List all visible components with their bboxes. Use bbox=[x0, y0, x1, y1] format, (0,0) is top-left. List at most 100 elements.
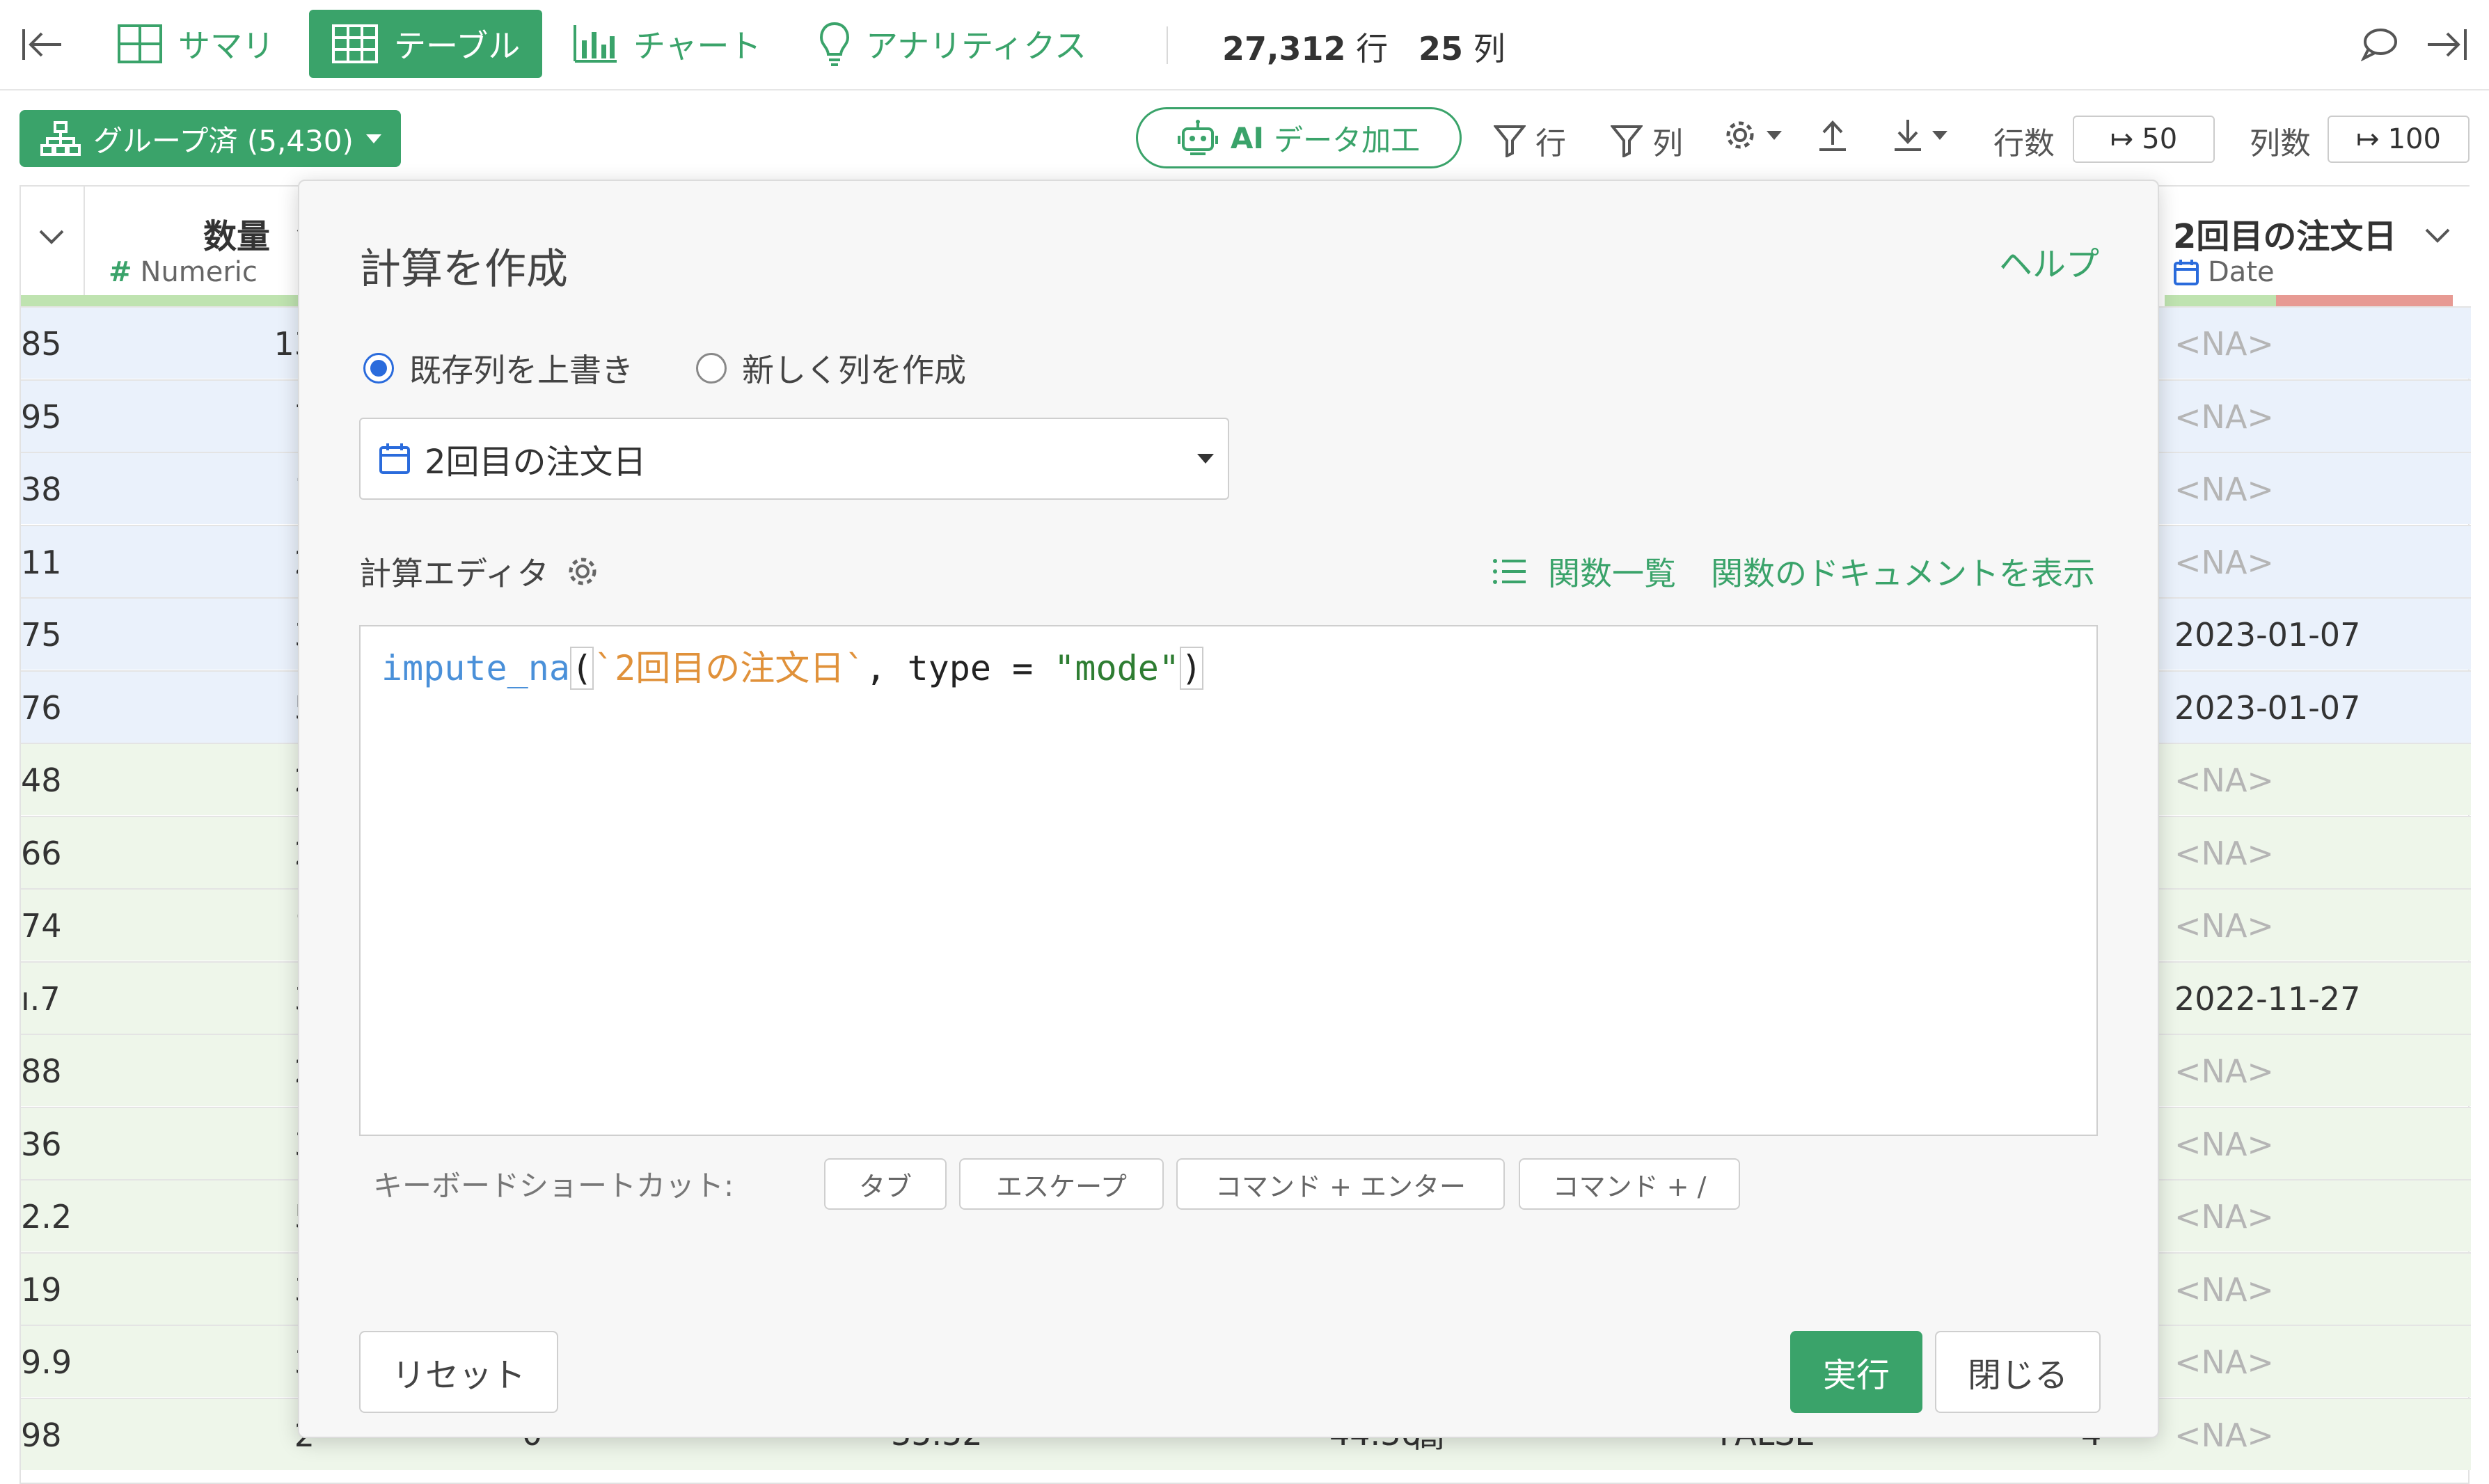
radio-new-column[interactable]: 新しく列を作成 bbox=[696, 345, 966, 391]
run-button[interactable]: 実行 bbox=[1790, 1331, 1922, 1413]
chevron-down-icon[interactable] bbox=[38, 228, 65, 246]
cell-left: 38 bbox=[21, 471, 62, 508]
collapse-right-icon[interactable] bbox=[2425, 26, 2468, 63]
tab-analytics[interactable]: アナリティクス bbox=[819, 10, 1087, 78]
code-line: impute_na(`2回目の注文日`, type = "mode") bbox=[381, 640, 1204, 690]
shortcut-command-enter: コマンド + エンター bbox=[1176, 1158, 1505, 1210]
cell-quantity: 2 bbox=[85, 1399, 315, 1471]
cell-quantity: 7 bbox=[85, 381, 315, 453]
column-type: # Numeric bbox=[109, 256, 258, 288]
radio-unselected-icon bbox=[696, 353, 727, 384]
cell-second-order-date: <NA> bbox=[2174, 834, 2274, 872]
column-type: Date bbox=[2173, 256, 2275, 288]
column-filter-button[interactable]: 列 bbox=[1611, 118, 1683, 163]
code-value: "mode" bbox=[1054, 648, 1180, 688]
tab-label: チャート bbox=[633, 27, 761, 65]
column-title: 数量 bbox=[203, 217, 271, 256]
calendar-icon bbox=[2174, 260, 2199, 285]
bar-chart-icon bbox=[574, 25, 617, 63]
tab-summary[interactable]: サマリ bbox=[117, 10, 274, 78]
close-button[interactable]: 閉じる bbox=[1935, 1331, 2101, 1413]
cell-second-order-date: <NA> bbox=[2174, 907, 2274, 945]
column-header-second-order-date[interactable]: 2回目の注文日 Date bbox=[2159, 187, 2471, 306]
comment-icon[interactable] bbox=[2361, 26, 2399, 61]
cell-left: 98 bbox=[21, 1416, 62, 1454]
cell-second-order-date: <NA> bbox=[2174, 1416, 2274, 1454]
cell-quantity: 1 bbox=[85, 453, 315, 526]
create-calculation-dialog: 計算を作成 ヘルプ 既存列を上書き 新しく列を作成 2回目の注文日 計算エディタ… bbox=[298, 180, 2159, 1438]
cell-second-order-date: <NA> bbox=[2174, 397, 2274, 436]
upload-icon bbox=[1819, 120, 1846, 151]
download-button[interactable] bbox=[1893, 118, 1947, 152]
cell-second-order-date: <NA> bbox=[2174, 471, 2274, 508]
column-select-value: 2回目の注文日 bbox=[425, 443, 647, 482]
cell-left: 9.9 bbox=[21, 1343, 72, 1381]
reset-button[interactable]: リセット bbox=[359, 1331, 558, 1413]
collapse-left-icon[interactable] bbox=[21, 26, 64, 63]
cell-left: ı.7 bbox=[21, 979, 61, 1018]
column-count-input[interactable]: ↦ 100 bbox=[2328, 116, 2470, 163]
row-filter-label: 行 bbox=[1535, 126, 1566, 161]
function-list-link[interactable]: 関数一覧 bbox=[1548, 548, 1676, 594]
gear-icon[interactable] bbox=[566, 555, 599, 588]
column-title: 2回目の注文日 bbox=[2173, 217, 2397, 256]
cell-left: 2.2 bbox=[21, 1198, 72, 1236]
radio-overwrite-column[interactable]: 既存列を上書き bbox=[363, 345, 633, 391]
column-type-label: Numeric bbox=[140, 256, 258, 288]
cell-second-order-date: <NA> bbox=[2174, 1270, 2274, 1309]
column-count-label: 列数 bbox=[2250, 126, 2311, 161]
grouped-label: グループ済 (5,430) bbox=[93, 123, 354, 158]
robot-icon bbox=[1177, 120, 1218, 155]
cell-second-order-date: 2023-01-07 bbox=[2174, 688, 2361, 727]
help-link[interactable]: ヘルプ bbox=[1999, 237, 2099, 285]
settings-button[interactable] bbox=[1723, 118, 1782, 152]
topbar-divider bbox=[1167, 26, 1168, 64]
row-count-unit: 行 bbox=[1356, 30, 1389, 68]
cell-second-order-date: <NA> bbox=[2174, 1343, 2274, 1381]
grouped-button[interactable]: グループ済 (5,430) bbox=[19, 110, 401, 167]
cell-quantity: 2 bbox=[85, 526, 315, 599]
caret-down-icon bbox=[1932, 130, 1947, 140]
code-operator: , type = bbox=[865, 648, 1054, 688]
arrow-right-bar-icon: ↦ bbox=[2356, 123, 2380, 155]
cell-quantity: 2 bbox=[85, 817, 315, 890]
cell-left: 75 bbox=[21, 616, 62, 654]
cell-quantity: 1 bbox=[85, 890, 315, 962]
column-quality-bar-valid bbox=[2165, 295, 2276, 306]
gear-icon bbox=[1726, 121, 1754, 149]
row-count-input[interactable]: ↦ 50 bbox=[2073, 116, 2215, 163]
cell-left: 76 bbox=[21, 688, 62, 727]
code-editor[interactable]: impute_na(`2回目の注文日`, type = "mode") bbox=[359, 625, 2098, 1136]
cell-second-order-date: <NA> bbox=[2174, 543, 2274, 581]
upload-button[interactable] bbox=[1818, 118, 1857, 152]
tab-chart[interactable]: チャート bbox=[572, 10, 761, 78]
cell-second-order-date: <NA> bbox=[2174, 761, 2274, 799]
calculation-editor-label: 計算エディタ bbox=[359, 548, 599, 594]
column-count-unit: 列 bbox=[1473, 30, 1506, 68]
column-type-label: Date bbox=[2208, 256, 2275, 288]
column-quality-bar-missing bbox=[2276, 295, 2453, 306]
arrow-right-bar-icon: ↦ bbox=[2110, 123, 2134, 155]
cell-second-order-date: 2022-11-27 bbox=[2174, 979, 2361, 1018]
cell-quantity: 5 bbox=[85, 672, 315, 744]
row-count-input-value: 50 bbox=[2142, 123, 2178, 155]
cell-left: 11 bbox=[21, 543, 62, 581]
column-filter-label: 列 bbox=[1652, 126, 1683, 161]
row-count-value: 27,312 bbox=[1222, 30, 1346, 68]
radio-label: 既存列を上書き bbox=[409, 352, 633, 389]
cell-left: 95 bbox=[21, 397, 62, 436]
download-icon bbox=[1895, 120, 1921, 151]
column-select[interactable]: 2回目の注文日 bbox=[359, 418, 1229, 500]
caret-down-icon bbox=[365, 134, 381, 143]
calendar-icon bbox=[379, 443, 410, 474]
ai-data-processing-button[interactable]: AI データ加工 bbox=[1136, 107, 1462, 168]
row-filter-button[interactable]: 行 bbox=[1494, 118, 1566, 163]
row-count-label: 行数 bbox=[1993, 126, 2055, 161]
cell-quantity: 3 bbox=[85, 1326, 315, 1398]
chevron-down-icon[interactable] bbox=[2424, 227, 2451, 245]
function-docs-link[interactable]: 関数のドキュメントを表示 bbox=[1711, 548, 2095, 594]
shortcut-escape: エスケープ bbox=[959, 1158, 1164, 1210]
column-header-left[interactable] bbox=[21, 187, 85, 306]
cell-quantity: 3 bbox=[85, 963, 315, 1035]
tab-table[interactable]: テーブル bbox=[309, 10, 543, 78]
